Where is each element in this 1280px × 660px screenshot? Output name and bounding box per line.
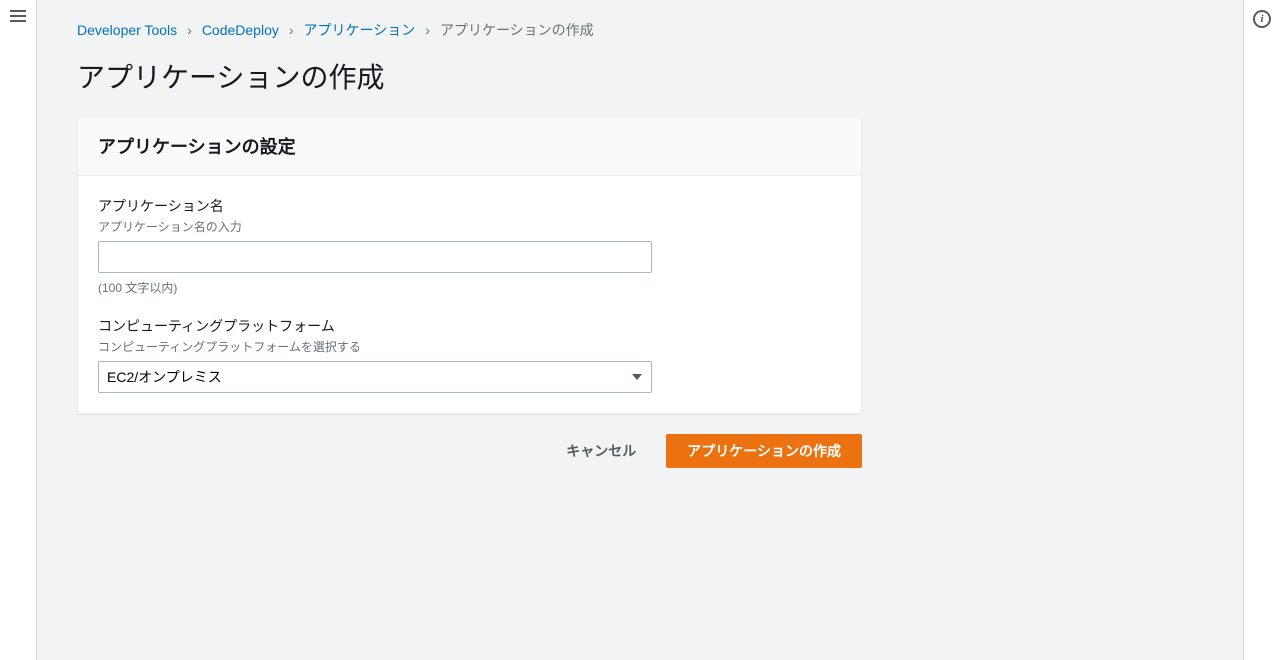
chevron-right-icon: › (187, 22, 192, 38)
breadcrumb: Developer Tools › CodeDeploy › アプリケーション … (77, 20, 1203, 40)
breadcrumb-link-applications[interactable]: アプリケーション (304, 20, 416, 40)
chevron-right-icon: › (425, 22, 430, 38)
panel-title: アプリケーションの設定 (98, 133, 841, 159)
hamburger-icon[interactable] (10, 10, 26, 22)
form-group-platform: コンピューティングプラットフォーム コンピューティングプラットフォームを選択する… (98, 316, 841, 393)
panel-header: アプリケーションの設定 (78, 117, 861, 176)
create-button[interactable]: アプリケーションの作成 (666, 434, 862, 468)
platform-label: コンピューティングプラットフォーム (98, 316, 841, 336)
right-rail: i (1243, 0, 1280, 660)
main-content: Developer Tools › CodeDeploy › アプリケーション … (37, 0, 1243, 660)
page-title: アプリケーションの作成 (77, 56, 1203, 96)
platform-select-wrapper: EC2/オンプレミス (98, 361, 652, 393)
left-rail (0, 0, 37, 660)
info-icon[interactable]: i (1253, 10, 1271, 28)
breadcrumb-link-codedeploy[interactable]: CodeDeploy (202, 22, 279, 38)
platform-select[interactable]: EC2/オンプレミス (98, 361, 652, 393)
breadcrumb-current: アプリケーションの作成 (440, 20, 594, 40)
chevron-right-icon: › (289, 22, 294, 38)
breadcrumb-link-developer-tools[interactable]: Developer Tools (77, 22, 177, 38)
app-name-input[interactable] (98, 241, 652, 273)
button-row: キャンセル アプリケーションの作成 (77, 434, 862, 468)
app-name-description: アプリケーション名の入力 (98, 218, 841, 235)
cancel-button[interactable]: キャンセル (546, 434, 656, 468)
panel-body: アプリケーション名 アプリケーション名の入力 (100 文字以内) コンピューテ… (78, 176, 861, 413)
settings-panel: アプリケーションの設定 アプリケーション名 アプリケーション名の入力 (100 … (77, 116, 862, 414)
app-name-label: アプリケーション名 (98, 196, 841, 216)
platform-description: コンピューティングプラットフォームを選択する (98, 338, 841, 355)
form-group-app-name: アプリケーション名 アプリケーション名の入力 (100 文字以内) (98, 196, 841, 296)
app-name-hint: (100 文字以内) (98, 279, 841, 296)
